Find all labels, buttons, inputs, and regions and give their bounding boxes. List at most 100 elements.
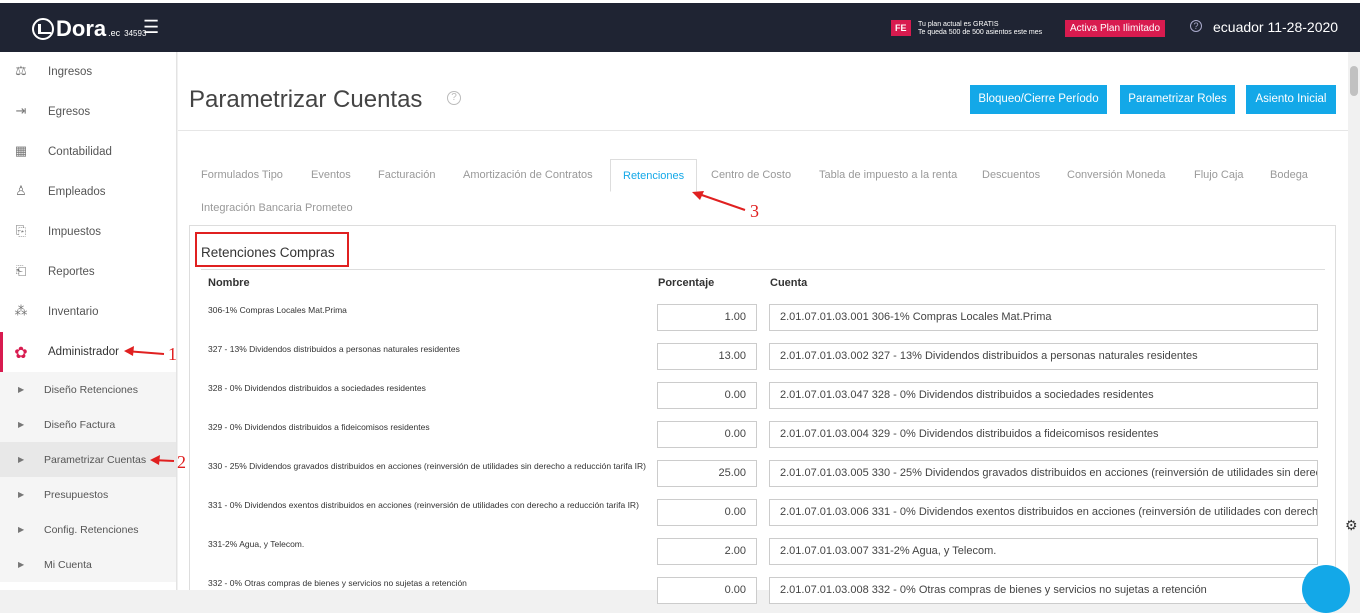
logo-text: Dora <box>56 16 107 41</box>
employees-icon: ♙ <box>15 183 27 198</box>
plan-info: Tu plan actual es GRATIS Te queda 500 de… <box>918 21 1042 37</box>
percentage-input[interactable]: 2.00 <box>657 538 757 565</box>
sidebar-item-label: Administrador <box>48 346 119 358</box>
question-icon[interactable]: ? <box>447 91 461 105</box>
bloqueo-cierre-button[interactable]: Bloqueo/Cierre Período <box>970 85 1107 114</box>
sidebar-item-ingresos[interactable]: ⚖ Ingresos <box>0 52 176 92</box>
tab-conversion-moneda[interactable]: Conversión Moneda <box>1067 169 1165 181</box>
sidebar-item-empleados[interactable]: ♙ Empleados <box>0 172 176 212</box>
tab-centro-de-costo[interactable]: Centro de Costo <box>711 169 791 181</box>
submenu-label: Presupuestos <box>44 488 109 501</box>
retention-name: 332 - 0% Otras compras de bienes y servi… <box>208 578 467 588</box>
submenu-diseno-factura[interactable]: ▶ Diseño Factura <box>0 407 176 442</box>
sidebar-item-label: Ingresos <box>48 66 93 78</box>
table-row: 331-2% Agua, y Telecom. 2.00 2.01.07.01.… <box>190 534 1337 573</box>
menu-toggle-icon[interactable]: ☰ <box>143 17 159 38</box>
page-scrollbar[interactable] <box>1348 52 1360 590</box>
submenu-parametrizar-cuentas[interactable]: ▶ Parametrizar Cuentas <box>0 442 176 477</box>
submenu-label: Diseño Retenciones <box>44 383 138 396</box>
reports-icon: ⎗ <box>15 263 27 278</box>
page-title: Parametrizar Cuentas <box>189 86 423 113</box>
submenu-config-retenciones[interactable]: ▶ Config. Retenciones <box>0 512 176 547</box>
logo-chart-icon <box>32 18 54 40</box>
sidebar-item-label: Reportes <box>48 266 95 278</box>
submenu-label: Parametrizar Cuentas <box>44 453 147 466</box>
table-row: 332 - 0% Otras compras de bienes y servi… <box>190 573 1337 612</box>
chevron-right-icon: ▶ <box>18 525 25 534</box>
settings-gear-icon[interactable]: ⚙ <box>1345 517 1358 534</box>
parametrizar-roles-button[interactable]: Parametrizar Roles <box>1120 85 1235 114</box>
tab-flujo-caja[interactable]: Flujo Caja <box>1194 169 1244 181</box>
percentage-input[interactable]: 13.00 <box>657 343 757 370</box>
account-input[interactable]: 2.01.07.01.03.005 330 - 25% Dividendos g… <box>769 460 1318 487</box>
calculator-icon: ▦ <box>14 143 28 158</box>
main-content: Parametrizar Cuentas ? Bloqueo/Cierre Pe… <box>178 52 1348 604</box>
percentage-input[interactable]: 0.00 <box>657 382 757 409</box>
section-divider <box>201 269 1325 270</box>
sidebar-item-egresos[interactable]: ⇥ Egresos <box>0 92 176 132</box>
help-icon[interactable]: ? <box>1190 20 1202 32</box>
cash-out-icon: ⇥ <box>15 103 27 118</box>
plan-line-1: Tu plan actual es GRATIS <box>918 21 999 28</box>
submenu-diseno-retenciones[interactable]: ▶ Diseño Retenciones <box>0 372 176 407</box>
table-row: 331 - 0% Dividendos exentos distribuidos… <box>190 495 1337 534</box>
activate-plan-button[interactable]: Activa Plan Ilimitado <box>1065 20 1166 37</box>
country-date[interactable]: ecuador 11-28-2020 <box>1213 19 1338 35</box>
chevron-right-icon: ▶ <box>18 455 25 464</box>
retention-name: 306-1% Compras Locales Mat.Prima <box>208 305 347 315</box>
tab-bodega[interactable]: Bodega <box>1270 169 1308 181</box>
table-row: 327 - 13% Dividendos distribuidos a pers… <box>190 339 1337 378</box>
retention-name: 331-2% Agua, y Telecom. <box>208 539 305 549</box>
sidebar-item-label: Empleados <box>48 186 106 198</box>
annotation-number-3: 3 <box>750 201 759 221</box>
tab-descuentos[interactable]: Descuentos <box>982 169 1040 181</box>
account-input[interactable]: 2.01.07.01.03.007 331-2% Agua, y Telecom… <box>769 538 1318 565</box>
asiento-inicial-button[interactable]: Asiento Inicial <box>1246 85 1336 114</box>
annotation-number-2: 2 <box>177 452 186 472</box>
account-input[interactable]: 2.01.07.01.03.004 329 - 0% Dividendos di… <box>769 421 1318 448</box>
retenciones-panel: Retenciones Compras Nombre Porcentaje Cu… <box>189 225 1337 604</box>
annotation-box-section-title <box>195 232 349 267</box>
percentage-input[interactable]: 0.00 <box>657 577 757 604</box>
account-input[interactable]: 2.01.07.01.03.006 331 - 0% Dividendos ex… <box>769 499 1318 526</box>
percentage-input[interactable]: 1.00 <box>657 304 757 331</box>
column-header-porcentaje: Porcentaje <box>658 277 715 289</box>
tab-impuesto-renta[interactable]: Tabla de impuesto a la renta <box>819 169 957 181</box>
submenu-mi-cuenta[interactable]: ▶ Mi Cuenta <box>0 547 176 582</box>
retention-name: 330 - 25% Dividendos gravados distribuid… <box>208 461 646 471</box>
tab-eventos[interactable]: Eventos <box>311 169 351 181</box>
chat-bubble-icon[interactable] <box>1302 565 1350 613</box>
tab-formulados-tipo[interactable]: Formulados Tipo <box>201 169 283 181</box>
sidebar-item-label: Impuestos <box>48 226 102 238</box>
account-input[interactable]: 2.01.07.01.03.047 328 - 0% Dividendos di… <box>769 382 1318 409</box>
plan-line-2: Te queda 500 de 500 asientos este mes <box>918 29 1043 36</box>
column-header-nombre: Nombre <box>208 277 250 289</box>
account-input[interactable]: 2.01.07.01.03.002 327 - 13% Dividendos d… <box>769 343 1318 370</box>
sidebar-item-contabilidad[interactable]: ▦ Contabilidad <box>0 132 176 172</box>
chevron-right-icon: ▶ <box>18 560 25 569</box>
percentage-input[interactable]: 25.00 <box>657 460 757 487</box>
chevron-right-icon: ▶ <box>18 385 25 394</box>
percentage-input[interactable]: 0.00 <box>657 421 757 448</box>
tab-integracion-bancaria[interactable]: Integración Bancaria Prometeo <box>201 202 353 214</box>
table-row: 329 - 0% Dividendos distribuidos a fidei… <box>190 417 1337 456</box>
sidebar-item-impuestos[interactable]: ⎘ Impuestos <box>0 212 176 252</box>
sidebar-item-inventario[interactable]: ⁂ Inventario <box>0 292 176 332</box>
chevron-right-icon: ▶ <box>18 420 25 429</box>
money-bag-icon: ⚖ <box>15 63 27 78</box>
retention-name: 327 - 13% Dividendos distribuidos a pers… <box>208 344 460 354</box>
tab-amortizacion[interactable]: Amortización de Contratos <box>463 169 593 181</box>
percentage-input[interactable]: 0.00 <box>657 499 757 526</box>
sidebar-item-reportes[interactable]: ⎗ Reportes <box>0 252 176 292</box>
dora-logo[interactable]: Dora .ec 34593 <box>32 16 146 42</box>
scroll-thumb[interactable] <box>1350 66 1358 96</box>
account-input[interactable]: 2.01.07.01.03.008 332 - 0% Otras compras… <box>769 577 1318 604</box>
tab-facturacion[interactable]: Facturación <box>378 169 435 181</box>
account-input[interactable]: 2.01.07.01.03.001 306-1% Compras Locales… <box>769 304 1318 331</box>
column-header-cuenta: Cuenta <box>770 277 808 289</box>
submenu-presupuestos[interactable]: ▶ Presupuestos <box>0 477 176 512</box>
retention-name: 328 - 0% Dividendos distribuidos a socie… <box>208 383 426 393</box>
tab-retenciones[interactable]: Retenciones <box>610 159 698 192</box>
submenu-label: Mi Cuenta <box>44 558 92 571</box>
sidebar-item-administrador[interactable]: ✿ Administrador <box>0 332 176 372</box>
